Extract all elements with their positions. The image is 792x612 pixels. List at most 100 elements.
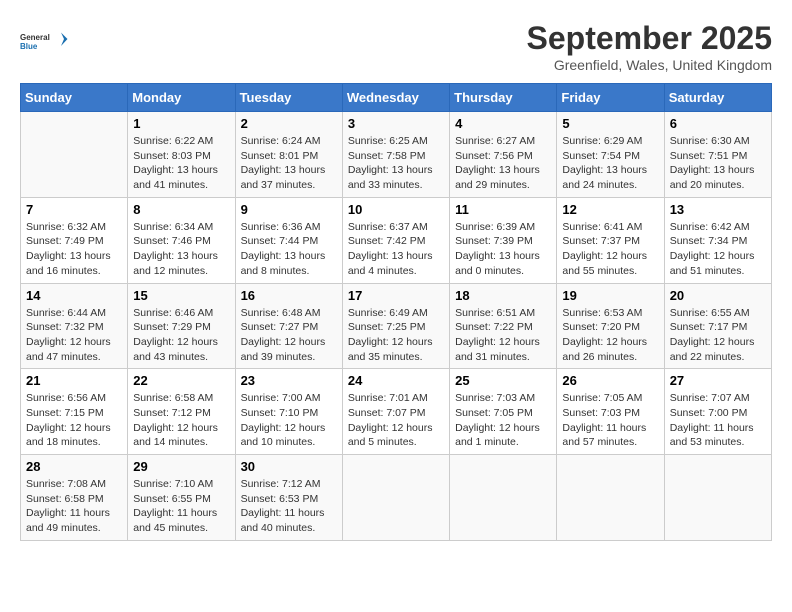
day-info: Sunrise: 6:51 AMSunset: 7:22 PMDaylight:… <box>455 306 551 365</box>
day-cell: 20 Sunrise: 6:55 AMSunset: 7:17 PMDayligh… <box>664 283 771 369</box>
day-number: 27 <box>670 373 766 388</box>
day-cell: 27 Sunrise: 7:07 AMSunset: 7:00 PMDayligh… <box>664 369 771 455</box>
day-info: Sunrise: 7:07 AMSunset: 7:00 PMDaylight:… <box>670 391 766 450</box>
day-cell <box>342 455 449 541</box>
day-number: 2 <box>241 116 337 131</box>
day-cell: 25Sunrise: 7:03 AMSunset: 7:05 PMDayligh… <box>450 369 557 455</box>
day-number: 22 <box>133 373 229 388</box>
week-row-4: 21 Sunrise: 6:56 AMSunset: 7:15 PMDayligh… <box>21 369 772 455</box>
day-number: 16 <box>241 288 337 303</box>
day-number: 18 <box>455 288 551 303</box>
day-cell: 23Sunrise: 7:00 AMSunset: 7:10 PMDayligh… <box>235 369 342 455</box>
day-info: Sunrise: 7:01 AMSunset: 7:07 PMDaylight:… <box>348 391 444 450</box>
day-number: 15 <box>133 288 229 303</box>
day-cell: 19 Sunrise: 6:53 AMSunset: 7:20 PMDayligh… <box>557 283 664 369</box>
day-info: Sunrise: 7:03 AMSunset: 7:05 PMDaylight:… <box>455 391 551 450</box>
day-info: Sunrise: 6:29 AMSunset: 7:54 PMDaylight:… <box>562 134 658 193</box>
day-cell: 13 Sunrise: 6:42 AMSunset: 7:34 PMDayligh… <box>664 197 771 283</box>
day-cell: 11 Sunrise: 6:39 AMSunset: 7:39 PMDayligh… <box>450 197 557 283</box>
month-title: September 2025 <box>527 20 772 57</box>
day-info: Sunrise: 7:05 AMSunset: 7:03 PMDaylight:… <box>562 391 658 450</box>
day-info: Sunrise: 7:12 AMSunset: 6:53 PMDaylight:… <box>241 477 337 536</box>
day-cell: 9 Sunrise: 6:36 AMSunset: 7:44 PMDaylight… <box>235 197 342 283</box>
day-info: Sunrise: 6:46 AMSunset: 7:29 PMDaylight:… <box>133 306 229 365</box>
day-info: Sunrise: 6:53 AMSunset: 7:20 PMDaylight:… <box>562 306 658 365</box>
day-number: 3 <box>348 116 444 131</box>
day-cell <box>21 112 128 198</box>
day-info: Sunrise: 6:32 AMSunset: 7:49 PMDaylight:… <box>26 220 122 279</box>
day-cell: 8Sunrise: 6:34 AMSunset: 7:46 PMDaylight… <box>128 197 235 283</box>
logo: General Blue <box>20 20 70 65</box>
day-info: Sunrise: 6:44 AMSunset: 7:32 PMDaylight:… <box>26 306 122 365</box>
day-number: 8 <box>133 202 229 217</box>
day-info: Sunrise: 6:49 AMSunset: 7:25 PMDaylight:… <box>348 306 444 365</box>
day-cell: 29Sunrise: 7:10 AMSunset: 6:55 PMDayligh… <box>128 455 235 541</box>
day-cell: 22 Sunrise: 6:58 AMSunset: 7:12 PMDayligh… <box>128 369 235 455</box>
day-number: 12 <box>562 202 658 217</box>
day-number: 6 <box>670 116 766 131</box>
day-cell <box>664 455 771 541</box>
day-cell: 6 Sunrise: 6:30 AMSunset: 7:51 PMDaylight… <box>664 112 771 198</box>
day-info: Sunrise: 6:22 AMSunset: 8:03 PMDaylight:… <box>133 134 229 193</box>
week-row-3: 14 Sunrise: 6:44 AMSunset: 7:32 PMDayligh… <box>21 283 772 369</box>
day-cell: 30 Sunrise: 7:12 AMSunset: 6:53 PMDayligh… <box>235 455 342 541</box>
day-info: Sunrise: 6:36 AMSunset: 7:44 PMDaylight:… <box>241 220 337 279</box>
day-cell: 10 Sunrise: 6:37 AMSunset: 7:42 PMDayligh… <box>342 197 449 283</box>
day-cell: 28Sunrise: 7:08 AMSunset: 6:58 PMDayligh… <box>21 455 128 541</box>
header-sunday: Sunday <box>21 84 128 112</box>
day-cell: 15 Sunrise: 6:46 AMSunset: 7:29 PMDayligh… <box>128 283 235 369</box>
day-number: 24 <box>348 373 444 388</box>
day-number: 5 <box>562 116 658 131</box>
day-number: 20 <box>670 288 766 303</box>
day-number: 9 <box>241 202 337 217</box>
day-cell: 12 Sunrise: 6:41 AMSunset: 7:37 PMDayligh… <box>557 197 664 283</box>
day-info: Sunrise: 6:41 AMSunset: 7:37 PMDaylight:… <box>562 220 658 279</box>
header-monday: Monday <box>128 84 235 112</box>
day-cell: 7 Sunrise: 6:32 AMSunset: 7:49 PMDaylight… <box>21 197 128 283</box>
header-tuesday: Tuesday <box>235 84 342 112</box>
day-cell: 26 Sunrise: 7:05 AMSunset: 7:03 PMDayligh… <box>557 369 664 455</box>
day-number: 14 <box>26 288 122 303</box>
day-info: Sunrise: 6:48 AMSunset: 7:27 PMDaylight:… <box>241 306 337 365</box>
header-friday: Friday <box>557 84 664 112</box>
day-info: Sunrise: 6:58 AMSunset: 7:12 PMDaylight:… <box>133 391 229 450</box>
day-number: 21 <box>26 373 122 388</box>
day-number: 11 <box>455 202 551 217</box>
header-saturday: Saturday <box>664 84 771 112</box>
day-info: Sunrise: 6:56 AMSunset: 7:15 PMDaylight:… <box>26 391 122 450</box>
day-cell: 4 Sunrise: 6:27 AMSunset: 7:56 PMDaylight… <box>450 112 557 198</box>
day-cell: 2Sunrise: 6:24 AMSunset: 8:01 PMDaylight… <box>235 112 342 198</box>
day-info: Sunrise: 6:30 AMSunset: 7:51 PMDaylight:… <box>670 134 766 193</box>
day-number: 30 <box>241 459 337 474</box>
day-number: 7 <box>26 202 122 217</box>
day-cell: 16 Sunrise: 6:48 AMSunset: 7:27 PMDayligh… <box>235 283 342 369</box>
day-info: Sunrise: 6:37 AMSunset: 7:42 PMDaylight:… <box>348 220 444 279</box>
day-info: Sunrise: 6:27 AMSunset: 7:56 PMDaylight:… <box>455 134 551 193</box>
day-info: Sunrise: 7:10 AMSunset: 6:55 PMDaylight:… <box>133 477 229 536</box>
calendar-table: SundayMondayTuesdayWednesdayThursdayFrid… <box>20 83 772 541</box>
title-section: September 2025 Greenfield, Wales, United… <box>527 20 772 73</box>
day-info: Sunrise: 7:00 AMSunset: 7:10 PMDaylight:… <box>241 391 337 450</box>
day-info: Sunrise: 6:42 AMSunset: 7:34 PMDaylight:… <box>670 220 766 279</box>
day-info: Sunrise: 7:08 AMSunset: 6:58 PMDaylight:… <box>26 477 122 536</box>
day-cell: 24 Sunrise: 7:01 AMSunset: 7:07 PMDayligh… <box>342 369 449 455</box>
day-number: 10 <box>348 202 444 217</box>
day-number: 17 <box>348 288 444 303</box>
day-number: 4 <box>455 116 551 131</box>
day-info: Sunrise: 6:39 AMSunset: 7:39 PMDaylight:… <box>455 220 551 279</box>
day-cell <box>557 455 664 541</box>
day-number: 1 <box>133 116 229 131</box>
day-cell: 3Sunrise: 6:25 AMSunset: 7:58 PMDaylight… <box>342 112 449 198</box>
day-cell: 14 Sunrise: 6:44 AMSunset: 7:32 PMDayligh… <box>21 283 128 369</box>
header-row: SundayMondayTuesdayWednesdayThursdayFrid… <box>21 84 772 112</box>
day-number: 19 <box>562 288 658 303</box>
day-cell <box>450 455 557 541</box>
day-number: 13 <box>670 202 766 217</box>
svg-text:Blue: Blue <box>20 42 38 51</box>
day-cell: 21 Sunrise: 6:56 AMSunset: 7:15 PMDayligh… <box>21 369 128 455</box>
logo-svg: General Blue <box>20 20 70 65</box>
svg-text:General: General <box>20 33 50 42</box>
day-number: 26 <box>562 373 658 388</box>
header-wednesday: Wednesday <box>342 84 449 112</box>
day-info: Sunrise: 6:55 AMSunset: 7:17 PMDaylight:… <box>670 306 766 365</box>
